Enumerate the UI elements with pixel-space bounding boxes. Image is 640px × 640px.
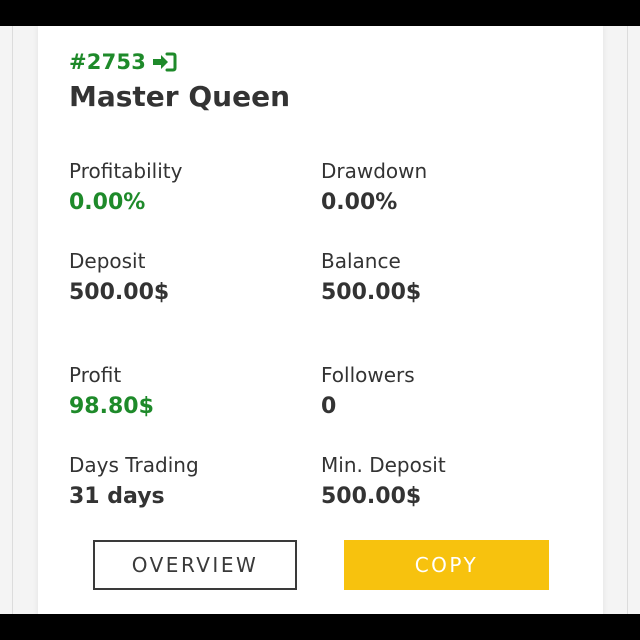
trader-card: #2753 Master Queen Profitability 0.00% D… (38, 26, 603, 614)
stat-value: 0.00% (321, 190, 398, 215)
stat-label: Min. Deposit (321, 453, 446, 477)
stat-followers: Followers 0 (321, 363, 561, 421)
stat-balance: Balance 500.00$ (321, 249, 561, 307)
stat-days-trading: Days Trading 31 days (69, 453, 309, 511)
overview-button[interactable]: OVERVIEW (93, 540, 297, 590)
copy-button[interactable]: COPY (344, 540, 549, 590)
trader-id: #2753 (69, 50, 147, 74)
trader-name: Master Queen (69, 80, 291, 113)
stat-value: 500.00$ (321, 280, 422, 305)
stat-label: Followers (321, 363, 415, 387)
stat-label: Days Trading (69, 453, 199, 477)
stat-value: 98.80$ (69, 394, 154, 419)
stat-label: Drawdown (321, 159, 428, 183)
login-arrow-icon[interactable] (151, 51, 177, 73)
stat-deposit: Deposit 500.00$ (69, 249, 309, 307)
divider (627, 26, 628, 614)
stat-label: Profitability (69, 159, 183, 183)
stat-profit: Profit 98.80$ (69, 363, 309, 421)
stat-value: 31 days (69, 484, 165, 509)
stat-value: 0 (321, 394, 337, 419)
divider (12, 26, 13, 614)
stat-label: Deposit (69, 249, 146, 273)
trader-id-row: #2753 (69, 48, 177, 76)
stat-value: 0.00% (69, 190, 146, 215)
stat-label: Balance (321, 249, 401, 273)
screen: #2753 Master Queen Profitability 0.00% D… (0, 26, 640, 614)
stat-drawdown: Drawdown 0.00% (321, 159, 561, 217)
stat-value: 500.00$ (69, 280, 170, 305)
stat-value: 500.00$ (321, 484, 422, 509)
stat-profitability: Profitability 0.00% (69, 159, 309, 217)
stat-label: Profit (69, 363, 122, 387)
stat-min-deposit: Min. Deposit 500.00$ (321, 453, 561, 511)
